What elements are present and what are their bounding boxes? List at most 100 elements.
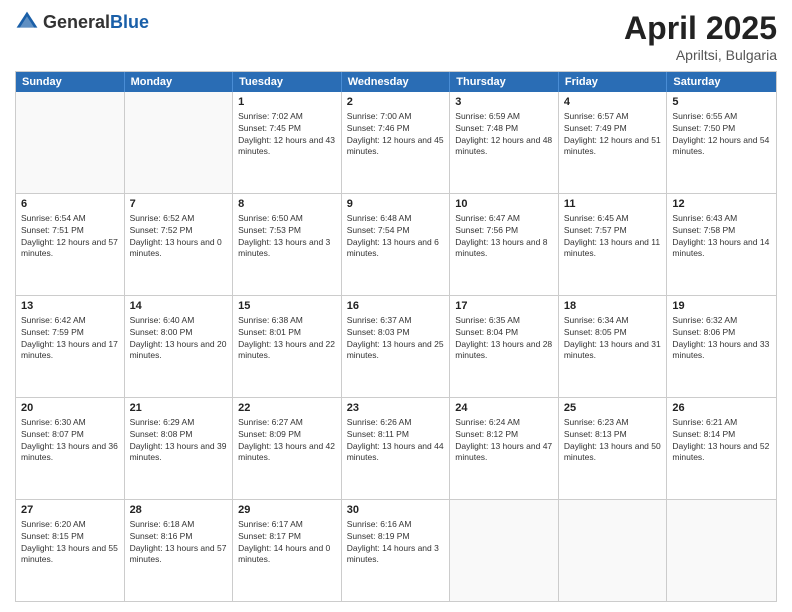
cell-text: Sunrise: 6:57 AM Sunset: 7:49 PM Dayligh… xyxy=(564,111,663,156)
day-number: 14 xyxy=(130,299,228,313)
calendar-cell: 13Sunrise: 6:42 AM Sunset: 7:59 PM Dayli… xyxy=(16,296,125,397)
day-number: 18 xyxy=(564,299,662,313)
calendar-cell xyxy=(16,92,125,193)
day-number: 10 xyxy=(455,197,553,211)
day-number: 5 xyxy=(672,95,771,109)
day-number: 25 xyxy=(564,401,662,415)
day-number: 30 xyxy=(347,503,445,517)
cell-text: Sunrise: 6:24 AM Sunset: 8:12 PM Dayligh… xyxy=(455,417,554,462)
calendar-cell: 17 Sunrise: 6:35 AM Sunset: 8:04 PM Dayli… xyxy=(450,296,559,397)
calendar-cell xyxy=(559,500,668,601)
cell-text: Sunrise: 6:50 AM Sunset: 7:53 PM Dayligh… xyxy=(238,213,333,258)
day-number: 7 xyxy=(130,197,228,211)
cell-text: Sunrise: 6:18 AM Sunset: 8:16 PM Dayligh… xyxy=(130,519,229,564)
calendar-cell: 9 Sunrise: 6:48 AM Sunset: 7:54 PM Daylig… xyxy=(342,194,451,295)
logo-icon xyxy=(15,10,39,34)
header: GeneralBlue April 2025 Apriltsi, Bulgari… xyxy=(15,10,777,63)
calendar-cell: 22Sunrise: 6:27 AM Sunset: 8:09 PM Dayli… xyxy=(233,398,342,499)
calendar-cell: 6Sunrise: 6:54 AM Sunset: 7:51 PM Daylig… xyxy=(16,194,125,295)
calendar-cell xyxy=(667,500,776,601)
calendar-cell: 23 Sunrise: 6:26 AM Sunset: 8:11 PM Dayli… xyxy=(342,398,451,499)
cell-text: Sunrise: 6:52 AM Sunset: 7:52 PM Dayligh… xyxy=(130,213,225,258)
calendar-cell: 8 Sunrise: 6:50 AM Sunset: 7:53 PM Daylig… xyxy=(233,194,342,295)
day-number: 3 xyxy=(455,95,553,109)
cell-text: Sunrise: 6:21 AM Sunset: 8:14 PM Dayligh… xyxy=(672,417,771,462)
title-month: April 2025 xyxy=(624,10,777,47)
cell-text: Sunrise: 6:48 AM Sunset: 7:54 PM Dayligh… xyxy=(347,213,442,258)
day-number: 4 xyxy=(564,95,662,109)
day-number: 22 xyxy=(238,401,336,415)
title-block: April 2025 Apriltsi, Bulgaria xyxy=(624,10,777,63)
calendar-cell: 7 Sunrise: 6:52 AM Sunset: 7:52 PM Daylig… xyxy=(125,194,234,295)
weekday-header: Thursday xyxy=(450,72,559,92)
weekday-header: Saturday xyxy=(667,72,776,92)
calendar-cell: 1 Sunrise: 7:02 AM Sunset: 7:45 PM Daylig… xyxy=(233,92,342,193)
day-number: 29 xyxy=(238,503,336,517)
calendar-cell: 18 Sunrise: 6:34 AM Sunset: 8:05 PM Dayli… xyxy=(559,296,668,397)
calendar-row: 6Sunrise: 6:54 AM Sunset: 7:51 PM Daylig… xyxy=(16,193,776,295)
calendar-cell: 28 Sunrise: 6:18 AM Sunset: 8:16 PM Dayli… xyxy=(125,500,234,601)
logo-blue: Blue xyxy=(110,12,149,32)
calendar-cell: 24 Sunrise: 6:24 AM Sunset: 8:12 PM Dayli… xyxy=(450,398,559,499)
cell-text: Sunrise: 6:16 AM Sunset: 8:19 PM Dayligh… xyxy=(347,519,442,564)
calendar-cell: 3 Sunrise: 6:59 AM Sunset: 7:48 PM Daylig… xyxy=(450,92,559,193)
calendar-cell: 2 Sunrise: 7:00 AM Sunset: 7:46 PM Daylig… xyxy=(342,92,451,193)
cell-text: Sunrise: 6:32 AM Sunset: 8:06 PM Dayligh… xyxy=(672,315,771,360)
weekday-header: Monday xyxy=(125,72,234,92)
calendar-cell: 5 Sunrise: 6:55 AM Sunset: 7:50 PM Daylig… xyxy=(667,92,776,193)
calendar-cell xyxy=(125,92,234,193)
day-number: 15 xyxy=(238,299,336,313)
cell-text: Sunrise: 6:20 AM Sunset: 8:15 PM Dayligh… xyxy=(21,519,120,564)
cell-text: Sunrise: 6:45 AM Sunset: 7:57 PM Dayligh… xyxy=(564,213,663,258)
calendar-cell: 29Sunrise: 6:17 AM Sunset: 8:17 PM Dayli… xyxy=(233,500,342,601)
cell-text: Sunrise: 6:35 AM Sunset: 8:04 PM Dayligh… xyxy=(455,315,554,360)
cell-text: Sunrise: 7:00 AM Sunset: 7:46 PM Dayligh… xyxy=(347,111,446,156)
calendar-cell: 27Sunrise: 6:20 AM Sunset: 8:15 PM Dayli… xyxy=(16,500,125,601)
calendar-row: 1 Sunrise: 7:02 AM Sunset: 7:45 PM Daylig… xyxy=(16,92,776,193)
day-number: 12 xyxy=(672,197,771,211)
calendar-cell xyxy=(450,500,559,601)
calendar-cell: 25 Sunrise: 6:23 AM Sunset: 8:13 PM Dayli… xyxy=(559,398,668,499)
cell-text: Sunrise: 6:43 AM Sunset: 7:58 PM Dayligh… xyxy=(672,213,771,258)
cell-text: Sunrise: 6:34 AM Sunset: 8:05 PM Dayligh… xyxy=(564,315,663,360)
day-number: 24 xyxy=(455,401,553,415)
cell-text: Sunrise: 6:55 AM Sunset: 7:50 PM Dayligh… xyxy=(672,111,771,156)
day-number: 21 xyxy=(130,401,228,415)
weekday-header: Sunday xyxy=(16,72,125,92)
cell-text: Sunrise: 7:02 AM Sunset: 7:45 PM Dayligh… xyxy=(238,111,337,156)
cell-text: Sunrise: 6:29 AM Sunset: 8:08 PM Dayligh… xyxy=(130,417,229,462)
calendar-cell: 10 Sunrise: 6:47 AM Sunset: 7:56 PM Dayli… xyxy=(450,194,559,295)
day-number: 16 xyxy=(347,299,445,313)
page: GeneralBlue April 2025 Apriltsi, Bulgari… xyxy=(0,0,792,612)
day-number: 26 xyxy=(672,401,771,415)
weekday-header: Wednesday xyxy=(342,72,451,92)
cell-text: Sunrise: 6:38 AM Sunset: 8:01 PM Dayligh… xyxy=(238,315,337,360)
day-number: 17 xyxy=(455,299,553,313)
calendar-cell: 21 Sunrise: 6:29 AM Sunset: 8:08 PM Dayli… xyxy=(125,398,234,499)
calendar-row: 27Sunrise: 6:20 AM Sunset: 8:15 PM Dayli… xyxy=(16,499,776,601)
day-number: 8 xyxy=(238,197,336,211)
day-number: 2 xyxy=(347,95,445,109)
day-number: 23 xyxy=(347,401,445,415)
day-number: 9 xyxy=(347,197,445,211)
calendar-cell: 15 Sunrise: 6:38 AM Sunset: 8:01 PM Dayli… xyxy=(233,296,342,397)
day-number: 6 xyxy=(21,197,119,211)
cell-text: Sunrise: 6:47 AM Sunset: 7:56 PM Dayligh… xyxy=(455,213,550,258)
calendar-cell: 19Sunrise: 6:32 AM Sunset: 8:06 PM Dayli… xyxy=(667,296,776,397)
day-number: 20 xyxy=(21,401,119,415)
calendar-body: 1 Sunrise: 7:02 AM Sunset: 7:45 PM Daylig… xyxy=(16,92,776,601)
day-number: 13 xyxy=(21,299,119,313)
cell-text: Sunrise: 6:26 AM Sunset: 8:11 PM Dayligh… xyxy=(347,417,446,462)
calendar: SundayMondayTuesdayWednesdayThursdayFrid… xyxy=(15,71,777,602)
calendar-cell: 11 Sunrise: 6:45 AM Sunset: 7:57 PM Dayli… xyxy=(559,194,668,295)
calendar-header: SundayMondayTuesdayWednesdayThursdayFrid… xyxy=(16,72,776,92)
calendar-row: 13Sunrise: 6:42 AM Sunset: 7:59 PM Dayli… xyxy=(16,295,776,397)
cell-text: Sunrise: 6:59 AM Sunset: 7:48 PM Dayligh… xyxy=(455,111,554,156)
calendar-row: 20Sunrise: 6:30 AM Sunset: 8:07 PM Dayli… xyxy=(16,397,776,499)
cell-text: Sunrise: 6:23 AM Sunset: 8:13 PM Dayligh… xyxy=(564,417,663,462)
day-number: 1 xyxy=(238,95,336,109)
day-number: 11 xyxy=(564,197,662,211)
title-location: Apriltsi, Bulgaria xyxy=(624,47,777,63)
calendar-cell: 30 Sunrise: 6:16 AM Sunset: 8:19 PM Dayli… xyxy=(342,500,451,601)
day-number: 28 xyxy=(130,503,228,517)
